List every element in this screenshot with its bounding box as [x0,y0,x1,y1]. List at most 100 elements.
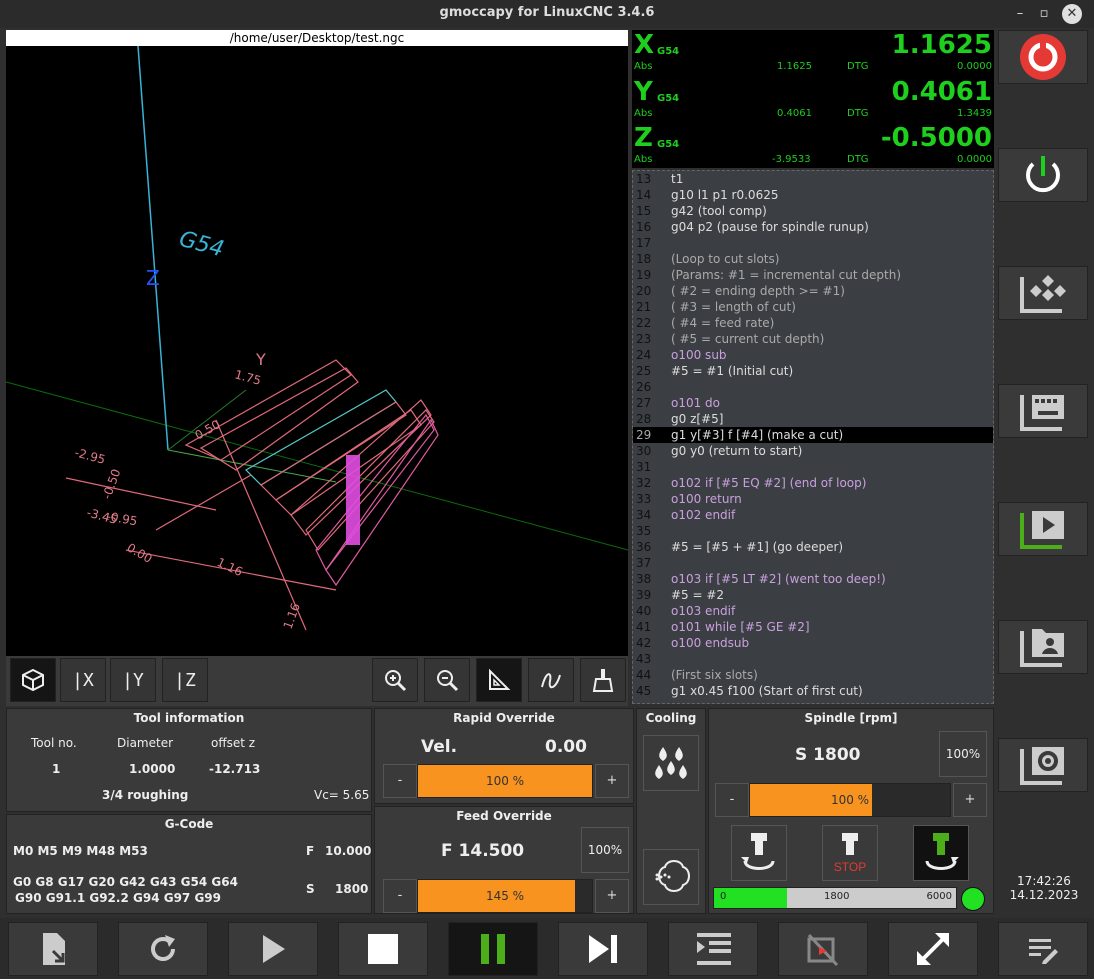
optional-skip-button[interactable] [778,922,868,976]
dro-axis-y[interactable]: Y G54 0.4061 Abs 0.4061 DTG 1.3439 [632,77,994,123]
zoom-out-button[interactable] [424,658,470,702]
code-line[interactable]: 27 o101 do [633,395,993,411]
code-line[interactable]: 16 g04 p2 (pause for spindle runup) [633,219,993,235]
mist-button[interactable] [643,849,699,905]
stop-button[interactable] [338,922,428,976]
dim-label: 1.16 [215,555,245,579]
code-line[interactable]: 20 ( #2 = ending depth >= #1) [633,283,993,299]
rapid-plus-button[interactable]: + [595,764,629,798]
auto-mode-button[interactable] [998,502,1088,556]
diameter-header: Diameter [117,736,174,750]
code-line[interactable]: 30 g0 y0 (return to start) [633,443,993,459]
code-line[interactable]: 19 (Params: #1 = incremental cut depth) [633,267,993,283]
dim-label: -2.95 [73,445,107,467]
code-line[interactable]: 17 [633,235,993,251]
expand-icon [917,933,949,965]
machine-on-button[interactable] [998,148,1088,202]
code-line[interactable]: 38 o103 if [#5 LT #2] (went too deep!) [633,571,993,587]
code-line[interactable]: 44 (First six slots) [633,667,993,683]
gcode-editor[interactable]: 13 t1 14 g10 l1 p1 r0.0625 15 g42 (tool comp)… [632,170,994,704]
code-line[interactable]: 45 g1 x0.45 f100 (Start of first cut) [633,683,993,699]
edit-button[interactable] [998,922,1088,976]
settings-button[interactable] [998,738,1088,792]
run-from-line-button[interactable] [668,922,758,976]
rapid-minus-button[interactable]: - [383,764,417,798]
file-manager-button[interactable] [998,620,1088,674]
y-view-button[interactable]: |Y [110,658,156,702]
jog-icon [1020,275,1066,313]
reload-icon [151,935,175,961]
code-line[interactable]: 42 o100 endsub [633,635,993,651]
dim-label: 1.75 [233,367,262,387]
code-line[interactable]: 22 ( #4 = feed rate) [633,315,993,331]
code-line[interactable]: 31 [633,459,993,475]
active-mcodes: M0 M5 M9 M48 M53 [13,844,148,858]
code-line[interactable]: 37 [633,555,993,571]
code-line[interactable]: 21 ( #3 = length of cut) [633,299,993,315]
code-line[interactable]: 29 g1 y[#3] f [#4] (make a cut) [633,427,993,443]
step-button[interactable] [558,922,648,976]
dro-axis-z[interactable]: Z G54 -0.5000 Abs -3.9533 DTG 0.0000 [632,123,994,169]
spindle-plus-button[interactable]: + [953,783,987,817]
code-line[interactable]: 36 #5 = [#5 + #1] (go deeper) [633,539,993,555]
code-line[interactable]: 34 o102 endif [633,507,993,523]
minimize-icon[interactable]: – [1010,4,1030,24]
maximize-icon[interactable]: ▫ [1034,4,1054,24]
feed-override-slider[interactable]: 145 % [417,879,593,913]
code-line[interactable]: 33 o100 return [633,491,993,507]
toolpath-preview[interactable]: /home/user/Desktop/test.ngc G54 Z Y -2.9… [6,30,628,656]
zoom-in-button[interactable] [372,658,418,702]
feed-reset-button[interactable]: 100% [581,827,629,873]
code-line[interactable]: 24 o100 sub [633,347,993,363]
spindle-override-slider[interactable]: 100 % [749,783,951,817]
code-line[interactable]: 18 (Loop to cut slots) [633,251,993,267]
spindle-stop-button[interactable]: STOP [822,825,878,881]
code-line[interactable]: 15 g42 (tool comp) [633,203,993,219]
estop-button[interactable] [998,30,1088,84]
code-line[interactable]: 41 o101 while [#5 GE #2] [633,619,993,635]
y-axis-line [167,389,247,451]
flood-button[interactable] [643,735,699,791]
line-number: 30 [636,444,652,458]
spindle-cw-button[interactable] [913,825,969,881]
spindle-minus-button[interactable]: - [715,783,749,817]
perspective-view-button[interactable] [10,658,56,702]
close-icon[interactable]: ✕ [1062,4,1082,24]
feed-plus-button[interactable]: + [595,879,629,913]
code-line[interactable]: 14 g10 l1 p1 r0.0625 [633,187,993,203]
feed-override-value: 145 % [485,889,525,903]
code-line[interactable]: 26 [633,379,993,395]
toolpath-button[interactable] [528,658,574,702]
line-text: o103 endif [671,604,736,618]
run-button[interactable] [228,922,318,976]
spindle-ccw-button[interactable] [731,825,787,881]
clear-plot-button[interactable] [580,658,626,702]
code-line[interactable]: 43 [633,651,993,667]
code-line[interactable]: 13 t1 [633,171,993,187]
line-number: 27 [636,396,652,410]
code-line[interactable]: 25 #5 = #1 (Initial cut) [633,363,993,379]
feed-override-panel: Feed Override F 14.500 100% - 145 % + [374,806,634,914]
dimensions-button[interactable] [476,658,522,702]
code-line[interactable]: 32 o102 if [#5 EQ #2] (end of loop) [633,475,993,491]
manual-mode-button[interactable] [998,266,1088,320]
code-line[interactable]: 28 g0 z[#5] [633,411,993,427]
dro-axis-x[interactable]: X G54 1.1625 Abs 1.1625 DTG 0.0000 [632,30,994,76]
pause-button[interactable] [448,922,538,976]
code-line[interactable]: 40 o103 endif [633,603,993,619]
rapid-override-slider[interactable]: 100 % [417,764,593,798]
code-line[interactable]: 35 [633,523,993,539]
spindle-reset-button[interactable]: 100% [939,731,987,777]
view-toolbar: |X |Y |Z [6,656,628,706]
mdi-mode-button[interactable] [998,384,1088,438]
open-file-button[interactable] [8,922,98,976]
axis-letter: Z [634,123,653,153]
dim-label: -0.50 [100,467,124,501]
z-view-button[interactable]: |Z [162,658,208,702]
code-line[interactable]: 39 #5 = #2 [633,587,993,603]
reload-button[interactable] [118,922,208,976]
code-line[interactable]: 23 ( #5 = current cut depth) [633,331,993,347]
feed-minus-button[interactable]: - [383,879,417,913]
fullscreen-button[interactable] [888,922,978,976]
x-view-button[interactable]: |X [60,658,106,702]
